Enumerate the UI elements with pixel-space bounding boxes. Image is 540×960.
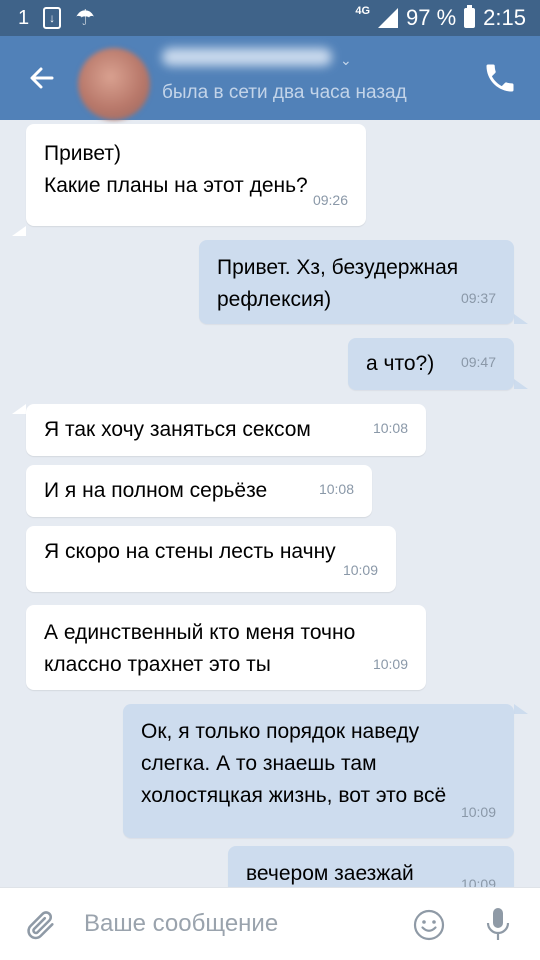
battery-icon bbox=[464, 5, 476, 28]
avatar[interactable] bbox=[78, 48, 150, 120]
message-time: 10:08 bbox=[318, 481, 354, 497]
contact-status: была в сети два часа назад bbox=[162, 82, 407, 103]
contact-name-blurred[interactable] bbox=[162, 48, 332, 66]
message-time: 10:09 bbox=[460, 876, 496, 887]
attach-button[interactable] bbox=[24, 908, 58, 942]
bubble-tail bbox=[514, 314, 528, 324]
message-text-line: Какие планы на этот день? bbox=[44, 174, 308, 197]
umbrella-icon: ☂ bbox=[75, 5, 95, 30]
message-input-bar bbox=[0, 887, 540, 960]
message-time: 10:09 bbox=[460, 804, 496, 820]
smile-icon bbox=[413, 909, 445, 941]
message-outgoing[interactable]: а что?) 09:47 bbox=[348, 338, 514, 390]
battery-percent: 97 % bbox=[406, 5, 457, 30]
clock: 2:15 bbox=[483, 5, 526, 30]
message-outgoing[interactable]: Привет. Хз, безудержная рефлексия) 09:37 bbox=[199, 240, 514, 324]
message-text-line: слегка. А то знаешь там bbox=[141, 752, 377, 775]
message-time: 09:47 bbox=[460, 354, 496, 370]
call-button[interactable] bbox=[482, 60, 518, 96]
message-time: 10:09 bbox=[372, 656, 408, 672]
message-incoming[interactable]: Я скоро на стены лесть начну 10:09 bbox=[26, 526, 396, 592]
message-text-line: А единственный кто меня точно bbox=[44, 621, 356, 644]
paperclip-icon bbox=[27, 911, 54, 940]
message-text-line: рефлексия) bbox=[217, 288, 332, 311]
message-text-line: вечером заезжай bbox=[246, 862, 414, 885]
back-button[interactable] bbox=[24, 60, 60, 96]
message-text-line: Я так хочу заняться сексом bbox=[44, 418, 311, 441]
status-bar: 1 ↓ ☂ 4G 97 % 2:15 bbox=[0, 0, 540, 36]
message-text-line: Привет. Хз, безудержная bbox=[217, 256, 459, 279]
message-text-line: Ок, я только порядок наведу bbox=[141, 720, 420, 743]
message-incoming[interactable]: И я на полном серьёзе 10:08 bbox=[26, 465, 372, 517]
message-text-line: Привет) bbox=[44, 142, 122, 165]
chat-header: ⌄ была в сети два часа назад bbox=[0, 36, 540, 120]
bubble-tail bbox=[514, 704, 528, 714]
message-text-line: холостяцкая жизнь, вот это всё bbox=[141, 784, 447, 807]
chevron-down-icon[interactable]: ⌄ bbox=[340, 52, 352, 69]
message-text-line: И я на полном серьёзе bbox=[44, 479, 268, 502]
bubble-tail bbox=[514, 379, 528, 389]
message-time: 09:26 bbox=[312, 192, 348, 208]
notification-count: 1 bbox=[18, 6, 30, 29]
message-list[interactable]: Привет) Какие планы на этот день? 09:26 … bbox=[0, 120, 540, 887]
message-incoming[interactable]: А единственный кто меня точно классно тр… bbox=[26, 605, 426, 690]
network-type: 4G bbox=[355, 5, 371, 17]
message-incoming[interactable]: Я так хочу заняться сексом 10:08 bbox=[26, 404, 426, 456]
download-icon: ↓ bbox=[43, 7, 62, 29]
microphone-icon bbox=[486, 908, 510, 940]
phone-icon bbox=[486, 64, 514, 92]
message-time: 09:37 bbox=[460, 290, 496, 306]
message-time: 10:08 bbox=[372, 420, 408, 436]
message-time: 10:09 bbox=[342, 562, 378, 578]
message-text-line: классно трахнет это ты bbox=[44, 653, 271, 676]
message-outgoing[interactable]: Ок, я только порядок наведу слегка. А то… bbox=[123, 704, 514, 838]
arrow-left-icon bbox=[30, 67, 54, 89]
message-input[interactable] bbox=[84, 904, 394, 944]
message-outgoing[interactable]: вечером заезжай 10:09 bbox=[228, 846, 514, 887]
message-text-line: Я скоро на стены лесть начну bbox=[44, 540, 336, 563]
emoji-button[interactable] bbox=[412, 908, 446, 942]
message-incoming[interactable]: Привет) Какие планы на этот день? 09:26 bbox=[26, 124, 366, 226]
signal-icon bbox=[378, 8, 399, 28]
bubble-tail bbox=[12, 404, 26, 414]
microphone-button[interactable] bbox=[484, 906, 512, 944]
bubble-tail bbox=[12, 226, 26, 236]
